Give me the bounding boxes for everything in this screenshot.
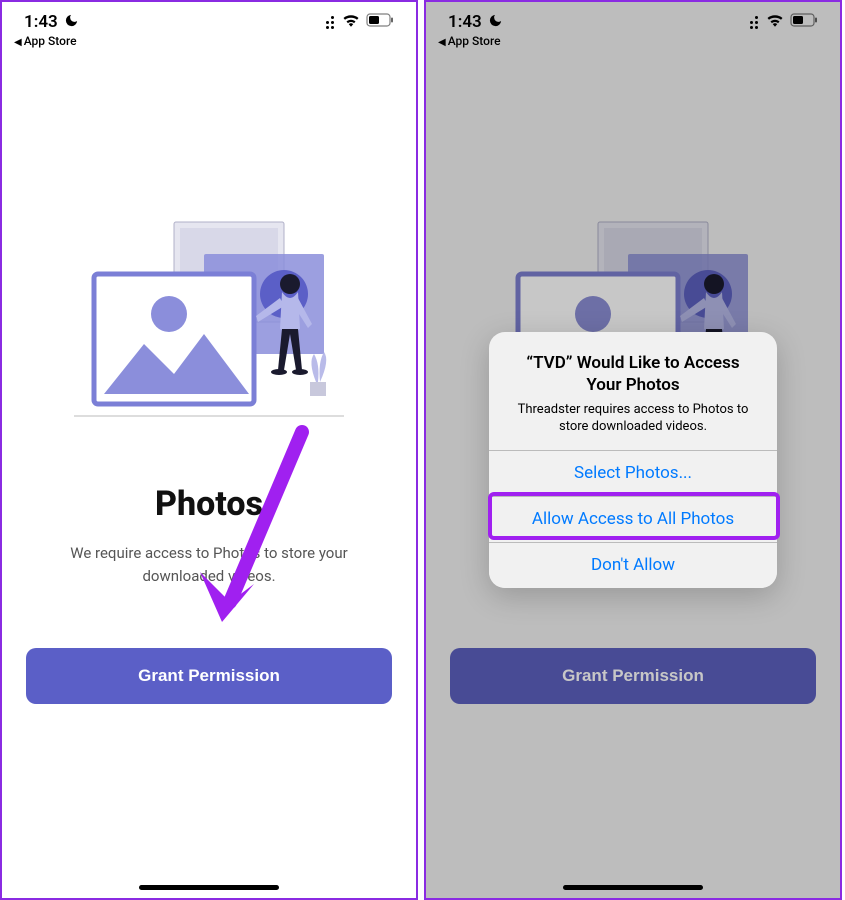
phone-screen-left: 1:43 ◀App Store: [0, 0, 418, 900]
grant-permission-button[interactable]: Grant Permission: [26, 648, 392, 704]
allow-all-photos-option[interactable]: Allow Access to All Photos: [489, 496, 777, 542]
permission-dialog: “TVD” Would Like to Access Your Photos T…: [489, 332, 777, 588]
page-title: Photos: [155, 484, 263, 524]
back-caret-icon: ◀: [438, 37, 446, 48]
wifi-icon: [342, 12, 360, 32]
status-bar: 1:43: [426, 2, 840, 34]
permission-dialog-description: Threadster requires access to Photos to …: [507, 402, 759, 436]
status-time: 1:43: [448, 12, 482, 32]
back-to-app-store[interactable]: ◀App Store: [2, 34, 416, 54]
cellular-icon: [750, 16, 758, 29]
phone-screen-right: 1:43 ◀App Store: [424, 0, 842, 900]
dnd-moon-icon: [64, 13, 79, 31]
dnd-moon-icon: [488, 13, 503, 31]
permission-dialog-title: “TVD” Would Like to Access Your Photos: [507, 352, 759, 396]
back-to-app-store[interactable]: ◀App Store: [426, 34, 840, 54]
wifi-icon: [766, 12, 784, 32]
photos-illustration: [74, 214, 344, 424]
back-caret-icon: ◀: [14, 37, 22, 48]
select-photos-option[interactable]: Select Photos...: [489, 450, 777, 496]
grant-permission-button[interactable]: Grant Permission: [450, 648, 816, 704]
page-subtext: We require access to Photos to store you…: [39, 542, 379, 587]
home-indicator[interactable]: [139, 885, 279, 890]
battery-icon: [366, 12, 394, 32]
status-bar: 1:43: [2, 2, 416, 34]
cellular-icon: [326, 16, 334, 29]
dont-allow-option[interactable]: Don't Allow: [489, 542, 777, 588]
battery-icon: [790, 12, 818, 32]
status-time: 1:43: [24, 12, 58, 32]
home-indicator[interactable]: [563, 885, 703, 890]
